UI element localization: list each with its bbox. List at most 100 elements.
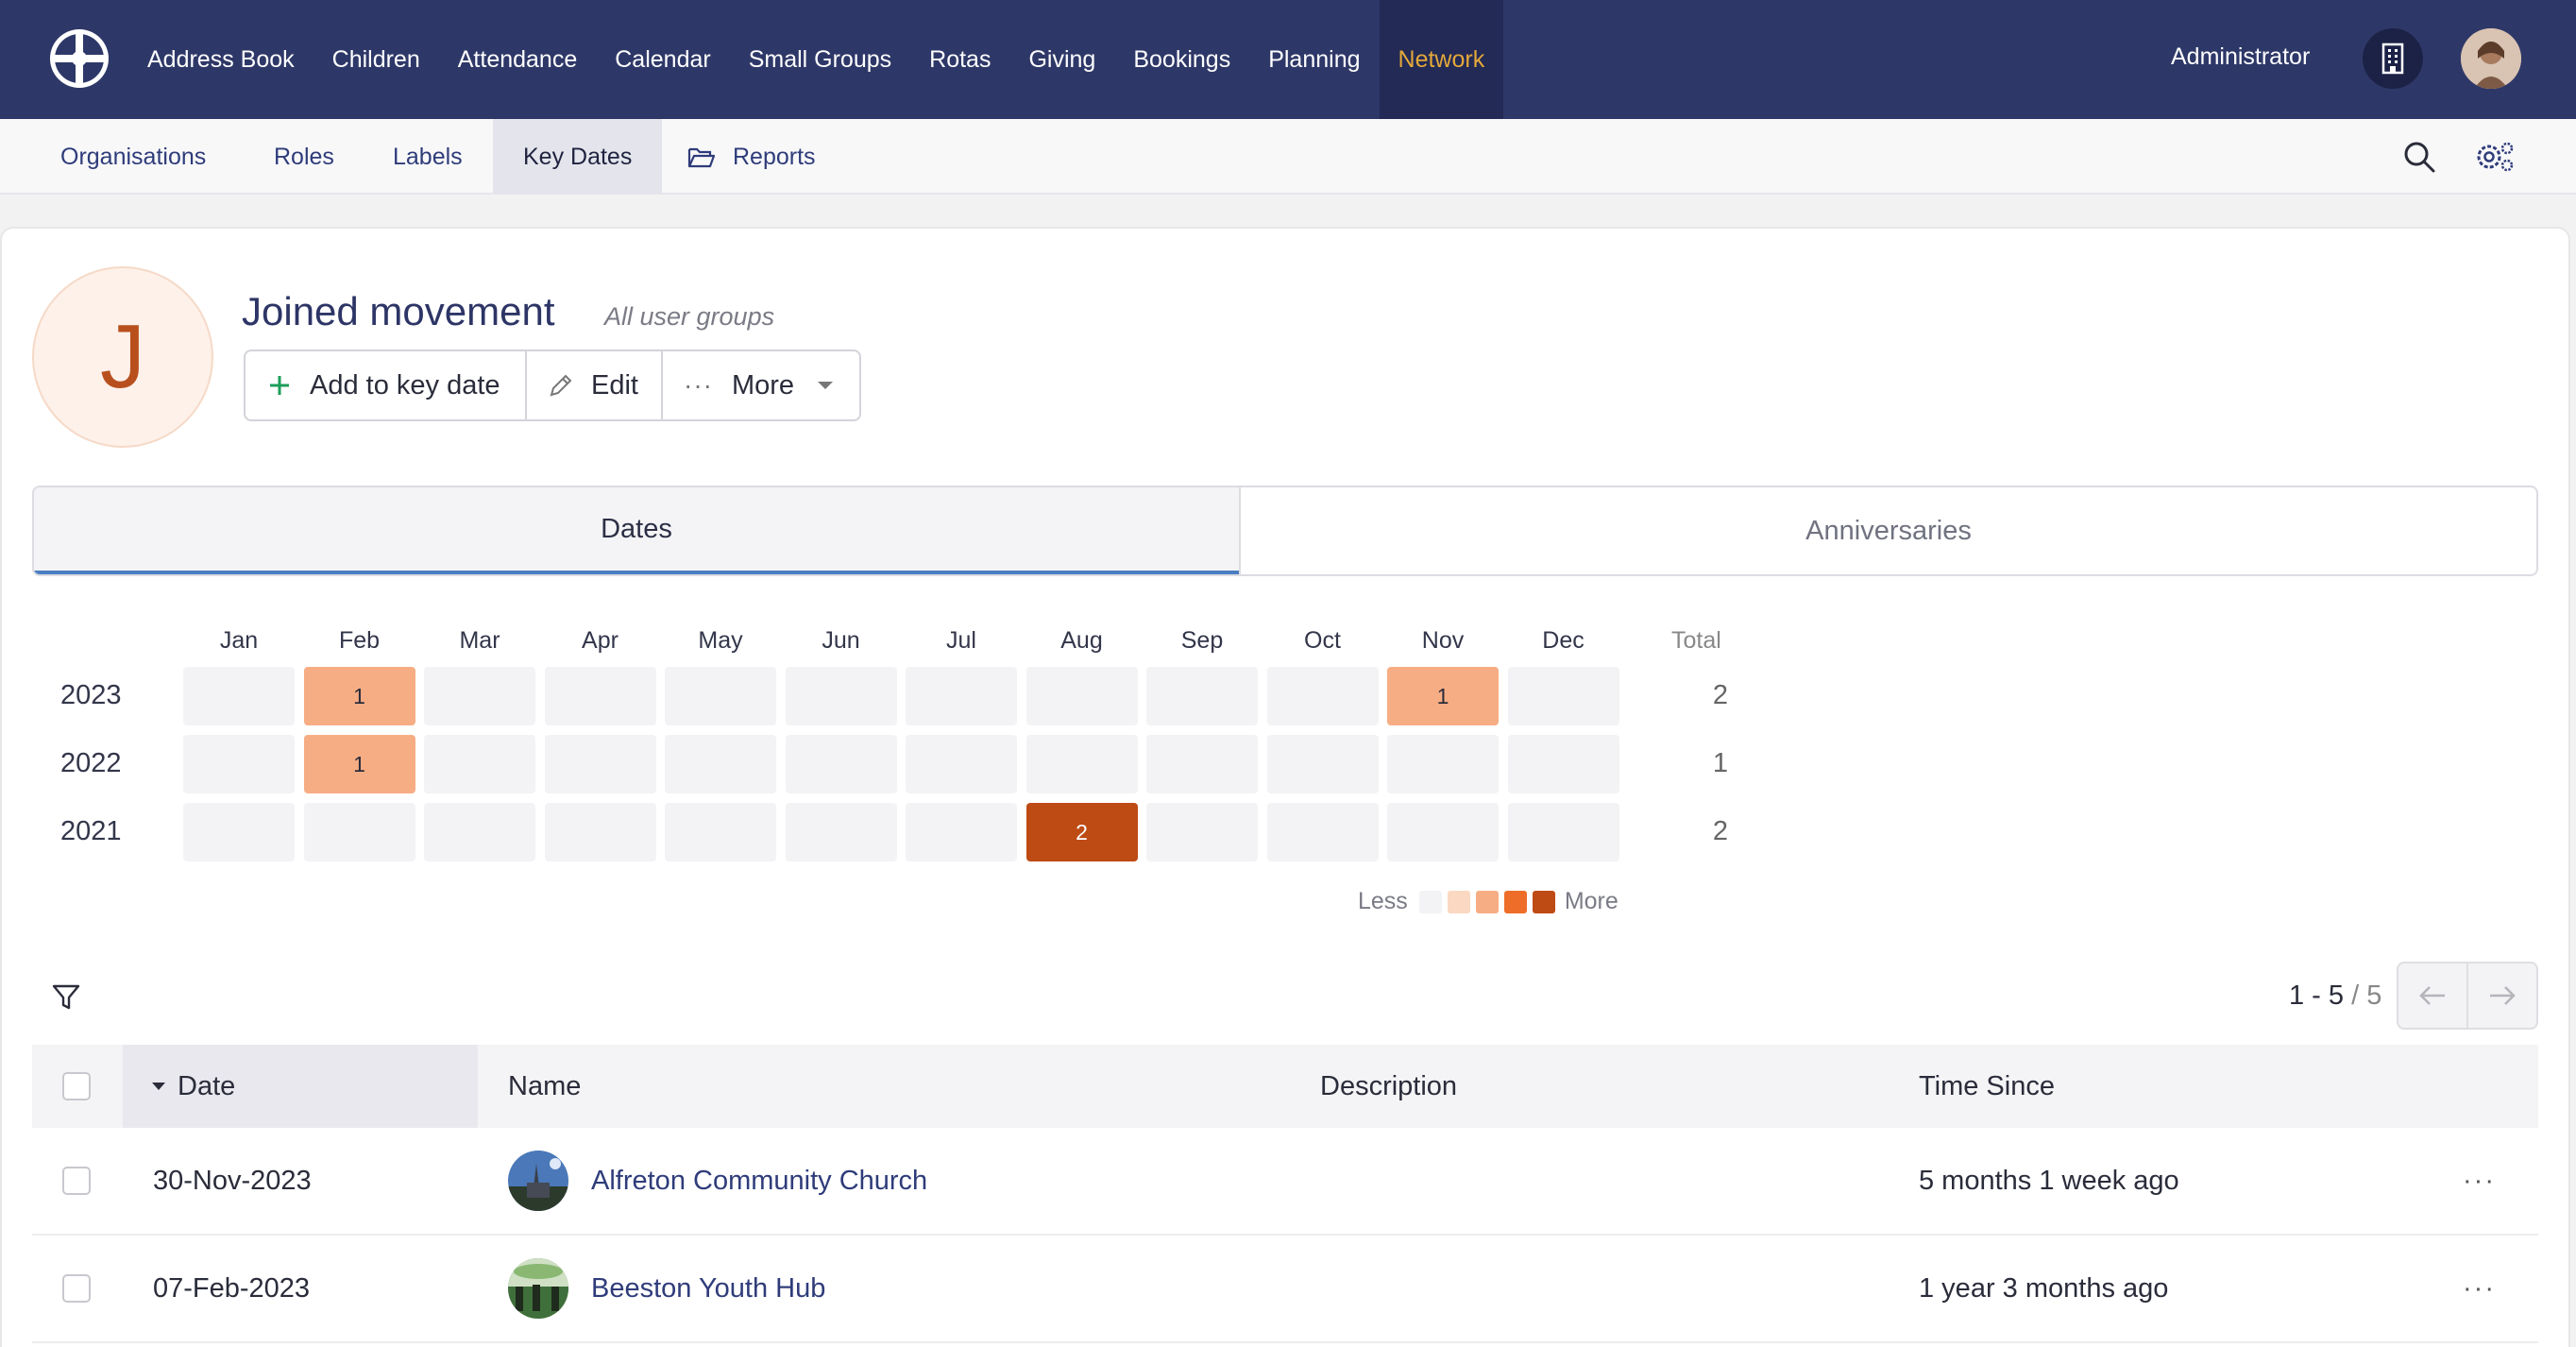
select-all-checkbox[interactable] bbox=[62, 1072, 91, 1100]
heatmap-cell bbox=[544, 803, 656, 861]
nav-item-address-book[interactable]: Address Book bbox=[128, 0, 314, 119]
row-actions-ellipsis-icon[interactable]: ··· bbox=[2463, 1128, 2496, 1234]
heatmap-cell[interactable]: 2 bbox=[1025, 803, 1138, 861]
ellipsis-icon: ··· bbox=[684, 370, 713, 400]
select-all-cell bbox=[62, 1045, 91, 1128]
nav-item-network[interactable]: Network bbox=[1379, 0, 1504, 119]
row-checkbox[interactable] bbox=[62, 1167, 91, 1195]
row-checkbox[interactable] bbox=[62, 1274, 91, 1303]
row-date: 30-Nov-2023 bbox=[153, 1165, 312, 1196]
subnav-item-reports[interactable]: Reports bbox=[687, 119, 846, 195]
row-name-cell: Alfreton Community Church bbox=[508, 1128, 927, 1234]
add-to-key-date-button[interactable]: Add to key date bbox=[246, 351, 527, 419]
nav-item-rotas[interactable]: Rotas bbox=[910, 0, 1009, 119]
nav-item-small-groups[interactable]: Small Groups bbox=[730, 0, 910, 119]
table-row[interactable]: 30-Nov-2023 Alfreton Community Church 5 … bbox=[32, 1128, 2538, 1236]
row-select-cell bbox=[62, 1236, 91, 1341]
organisation-link[interactable]: Beeston Youth Hub bbox=[591, 1273, 825, 1304]
next-page-button[interactable] bbox=[2468, 963, 2536, 1028]
heatmap-cell bbox=[785, 735, 897, 793]
table-header: Date Name Description Time Since bbox=[32, 1045, 2538, 1128]
nav-item-children[interactable]: Children bbox=[314, 0, 439, 119]
heatmap-cell bbox=[1146, 735, 1258, 793]
reports-label: Reports bbox=[733, 143, 816, 170]
edit-label: Edit bbox=[591, 369, 638, 401]
column-header-time-since[interactable]: Time Since bbox=[1919, 1045, 2055, 1128]
app-logo-icon[interactable] bbox=[47, 26, 111, 91]
heatmap-cell bbox=[303, 803, 415, 861]
column-header-name[interactable]: Name bbox=[508, 1045, 581, 1128]
heatmap-month-label: Sep bbox=[1180, 627, 1224, 654]
heatmap-cell bbox=[424, 667, 535, 725]
sub-navigation-bar: Organisations Roles Labels Key Dates Rep… bbox=[0, 119, 2576, 195]
folder-open-icon bbox=[687, 147, 716, 168]
row-select-cell bbox=[62, 1128, 91, 1234]
tab-anniversaries[interactable]: Anniversaries bbox=[1239, 487, 2536, 574]
heatmap-cell bbox=[1387, 735, 1499, 793]
row-actions-ellipsis-icon[interactable]: ··· bbox=[2463, 1236, 2496, 1341]
row-time-since: 1 year 3 months ago bbox=[1919, 1272, 2169, 1304]
subnav-item-key-dates[interactable]: Key Dates bbox=[493, 119, 663, 195]
heatmap-month-label: Jan bbox=[219, 627, 259, 654]
key-date-avatar: J bbox=[32, 266, 213, 448]
page-subtitle: All user groups bbox=[604, 302, 775, 331]
settings-gears-icon[interactable] bbox=[2474, 140, 2516, 174]
nav-item-planning[interactable]: Planning bbox=[1249, 0, 1379, 119]
user-avatar[interactable] bbox=[2461, 28, 2521, 89]
heatmap-year-label: 2023 bbox=[60, 680, 122, 710]
heatmap-cell bbox=[906, 803, 1017, 861]
heatmap-month-label: Jun bbox=[822, 627, 860, 654]
user-role-label[interactable]: Administrator bbox=[2171, 43, 2310, 71]
legend-swatch bbox=[1503, 890, 1527, 913]
heatmap-month-label: Mar bbox=[459, 627, 500, 654]
heatmap-cell bbox=[1025, 667, 1138, 725]
heatmap-cell[interactable]: 1 bbox=[303, 667, 415, 725]
heatmap-cell bbox=[1266, 735, 1379, 793]
heatmap-legend: Less More bbox=[1358, 888, 1618, 915]
nav-item-calendar[interactable]: Calendar bbox=[596, 0, 729, 119]
column-header-description[interactable]: Description bbox=[1320, 1045, 1457, 1128]
subnav-item-organisations[interactable]: Organisations bbox=[30, 119, 236, 195]
heatmap-cell[interactable]: 1 bbox=[303, 735, 415, 793]
nav-item-bookings[interactable]: Bookings bbox=[1114, 0, 1249, 119]
tab-dates[interactable]: Dates bbox=[34, 487, 1239, 574]
table-row[interactable]: 07-Feb-2023 Beeston Youth Hub 1 year 3 m… bbox=[32, 1236, 2538, 1343]
heatmap-cell[interactable]: 1 bbox=[1387, 667, 1499, 725]
heatmap-year-label: 2022 bbox=[60, 748, 122, 778]
heatmap-month-label: Apr bbox=[582, 627, 619, 654]
nav-item-attendance[interactable]: Attendance bbox=[439, 0, 597, 119]
heatmap-cell bbox=[1507, 667, 1619, 725]
main-nav: Address Book Children Attendance Calenda… bbox=[128, 0, 1504, 119]
building-icon bbox=[2381, 43, 2404, 75]
organisation-link[interactable]: Alfreton Community Church bbox=[591, 1166, 927, 1197]
filter-icon[interactable] bbox=[51, 982, 81, 1013]
heatmap-cell bbox=[785, 803, 897, 861]
nav-item-giving[interactable]: Giving bbox=[1009, 0, 1114, 119]
heatmap-cell bbox=[1507, 803, 1619, 861]
row-name-cell: Beeston Youth Hub bbox=[508, 1236, 825, 1341]
previous-page-button[interactable] bbox=[2398, 963, 2468, 1028]
pagination-range: 1 - 5 bbox=[2289, 980, 2345, 1011]
edit-button[interactable]: Edit bbox=[527, 351, 663, 419]
subnav-item-roles[interactable]: Roles bbox=[244, 119, 364, 195]
heatmap-row-total: 2 bbox=[1712, 816, 1728, 846]
heatmap-cell bbox=[183, 667, 295, 725]
row-time-since: 5 months 1 week ago bbox=[1919, 1165, 2179, 1196]
action-button-group: Add to key date Edit ··· More bbox=[244, 350, 861, 421]
sort-descending-icon bbox=[152, 1083, 165, 1090]
subnav-item-labels[interactable]: Labels bbox=[363, 119, 493, 195]
heatmap-month-label: Aug bbox=[1060, 627, 1103, 654]
legend-swatch bbox=[1418, 890, 1442, 913]
page-title: Joined movement bbox=[242, 289, 555, 333]
column-header-date[interactable]: Date bbox=[123, 1045, 478, 1128]
heatmap-cell bbox=[1146, 803, 1258, 861]
heatmap-cell bbox=[665, 803, 776, 861]
heatmap-cell bbox=[1146, 667, 1258, 725]
heatmap-cell bbox=[665, 667, 776, 725]
heatmap-cell bbox=[1025, 735, 1138, 793]
search-icon[interactable] bbox=[2402, 140, 2436, 174]
legend-swatch bbox=[1532, 890, 1555, 913]
organisation-switcher-button[interactable] bbox=[2363, 28, 2423, 89]
arrow-right-icon bbox=[2490, 986, 2516, 1005]
more-button[interactable]: ··· More bbox=[663, 351, 859, 419]
